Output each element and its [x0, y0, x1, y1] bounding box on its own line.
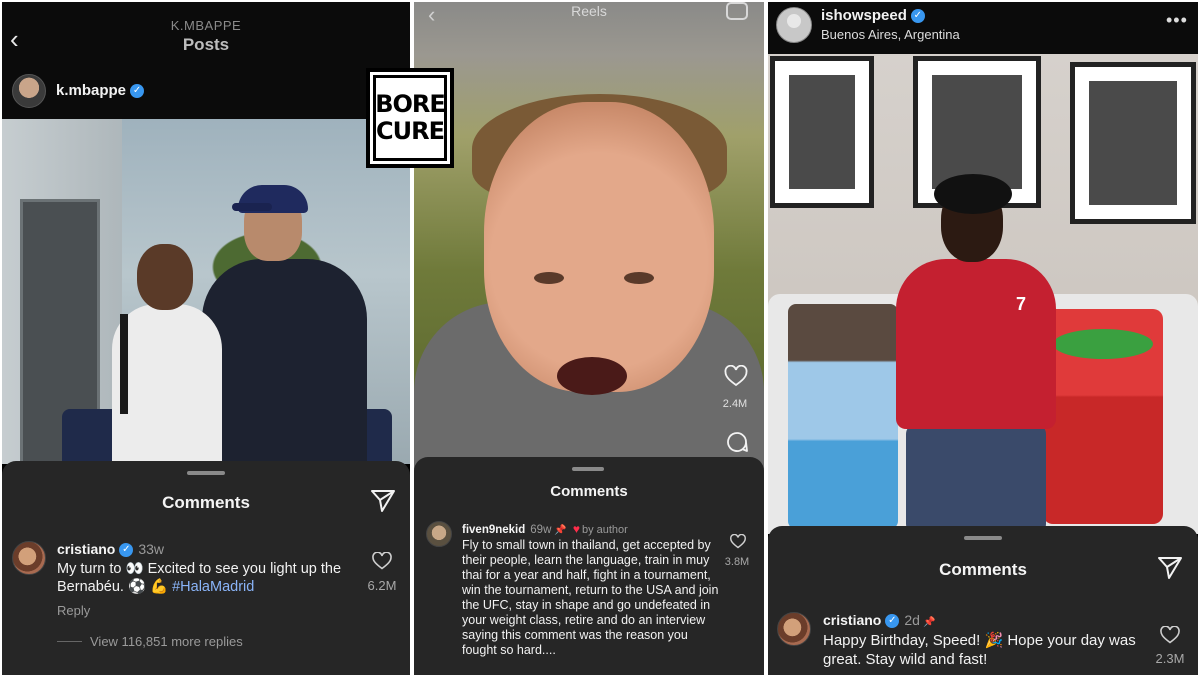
reply-button[interactable]: Reply [57, 603, 90, 618]
username-text: ishowspeed [821, 7, 907, 24]
comments-title: Comments [550, 483, 628, 500]
commenter-avatar[interactable] [426, 521, 452, 547]
pin-icon: 📌 [922, 617, 936, 628]
like-count: 2.3M [1155, 651, 1185, 666]
by-author-label: by author [581, 524, 628, 536]
comments-sheet: Comments fiven9nekid 69w 📌 ♥ by author Fly t… [414, 457, 764, 675]
author-heart-icon: ♥ [572, 522, 580, 536]
hashtag-link[interactable]: #HalaMadrid [172, 579, 254, 595]
profile-name-subtitle: K.MBAPPE [170, 18, 242, 33]
heart-icon[interactable] [1160, 626, 1180, 644]
kid-jacket-stripe [120, 314, 128, 414]
heart-icon[interactable] [372, 552, 392, 570]
sheet-drag-handle[interactable] [572, 467, 604, 471]
person-hair [934, 174, 1012, 214]
kid-head [137, 244, 193, 310]
send-icon[interactable] [370, 489, 396, 513]
person-jersey [896, 259, 1056, 429]
reel-person-eye [624, 272, 654, 284]
comment-icon[interactable] [725, 430, 749, 454]
reel-like-count: 2.4M [722, 398, 748, 410]
comments-title: Comments [162, 493, 250, 512]
photo-person-kid [112, 244, 222, 464]
commenter-avatar[interactable] [12, 541, 46, 575]
avatar[interactable] [12, 74, 46, 108]
photo-person-man [202, 185, 372, 464]
wall-frame [1070, 62, 1196, 224]
comment-username[interactable]: fiven9nekid 69w 📌 ♥ by author [462, 522, 628, 536]
man-cap [232, 185, 308, 213]
comment-user-text: cristiano [57, 541, 116, 557]
like-count: 6.2M [367, 578, 397, 593]
reel-panel: ‹ Reels 2.4M Comments fiven9nekid 69w 📌 ♥ by… [414, 2, 764, 675]
heart-icon[interactable] [724, 365, 748, 387]
heart-icon[interactable] [730, 534, 746, 549]
post-location[interactable]: Buenos Aires, Argentina [821, 27, 960, 42]
pin-icon: 📌 [554, 525, 567, 536]
cake-right-top [1053, 329, 1153, 359]
send-icon[interactable] [1157, 556, 1183, 580]
view-more-replies-link[interactable]: View 116,851 more replies [90, 634, 243, 649]
mbappe-post-panel: ‹ K.MBAPPE Posts k.mbappe ✓ Comments cris… [2, 2, 410, 675]
frame-picture [1089, 81, 1177, 205]
logo-line-2: CURE [376, 117, 445, 145]
ishowspeed-post-panel: ishowspeed ✓ Buenos Aires, Argentina ••• … [768, 2, 1198, 675]
more-options-icon[interactable]: ••• [1166, 10, 1188, 31]
post-header: ‹ K.MBAPPE Posts k.mbappe ✓ [2, 2, 410, 119]
sheet-drag-handle[interactable] [187, 471, 225, 475]
comments-sheet: Comments cristiano ✓ 2d 📌 Happy Birthday, S… [768, 526, 1198, 675]
divider [57, 641, 82, 642]
photo-person: 7 [896, 174, 1056, 534]
comment-user-text: fiven9nekid [462, 524, 526, 536]
post-photo[interactable]: 7 [768, 54, 1198, 534]
comments-title: Comments [939, 560, 1027, 579]
comment-time: 2d [904, 612, 920, 628]
like-count: 3.8M [724, 556, 750, 568]
username-text: k.mbappe [56, 82, 127, 99]
comment-username[interactable]: cristiano ✓ 33w [57, 541, 165, 558]
page-title: Reels [571, 3, 607, 19]
verified-icon: ✓ [130, 84, 145, 99]
logo-frame: BORE CURE [373, 75, 447, 161]
reel-person-eye [534, 272, 564, 284]
sheet-drag-handle[interactable] [964, 536, 1002, 540]
reel-person-mouth [557, 357, 627, 395]
comment-time: 69w [530, 524, 552, 536]
verified-icon: ✓ [885, 614, 900, 629]
post-photo[interactable] [2, 119, 410, 464]
comment-text: Happy Birthday, Speed! 🎉 Hope your day w… [823, 632, 1136, 668]
post-username[interactable]: ishowspeed ✓ [821, 7, 925, 24]
reel-person-face [484, 102, 714, 392]
commenter-avatar[interactable] [777, 612, 811, 646]
wall-frame [770, 56, 874, 208]
comment-user-text: cristiano [823, 612, 882, 628]
frame-picture [932, 75, 1022, 189]
cake-left [788, 304, 898, 529]
page-title: Posts [182, 35, 230, 54]
person-legs [906, 424, 1046, 534]
cap-brim [232, 203, 272, 211]
comment-username[interactable]: cristiano ✓ 2d 📌 [823, 612, 936, 629]
post-header: ishowspeed ✓ Buenos Aires, Argentina ••• [768, 2, 1198, 54]
avatar[interactable] [776, 7, 812, 43]
post-username[interactable]: k.mbappe ✓ [56, 82, 145, 99]
comment-text: My turn to 👀 Excited to see you light up… [57, 560, 357, 596]
comment-time: 33w [138, 541, 165, 557]
jersey-number: 7 [1016, 294, 1027, 314]
logo-line-1: BORE [375, 90, 446, 118]
camera-icon[interactable] [726, 2, 748, 20]
verified-icon: ✓ [119, 543, 134, 558]
verified-icon: ✓ [910, 9, 925, 24]
kid-body [112, 304, 222, 464]
brand-logo: BORE CURE [366, 68, 454, 168]
comments-sheet: Comments cristiano ✓ 33w My turn to 👀 Exci… [2, 461, 410, 675]
comment-text: Fly to small town in thailand, get accep… [462, 538, 719, 657]
frame-picture [789, 75, 855, 189]
man-body [202, 259, 367, 464]
